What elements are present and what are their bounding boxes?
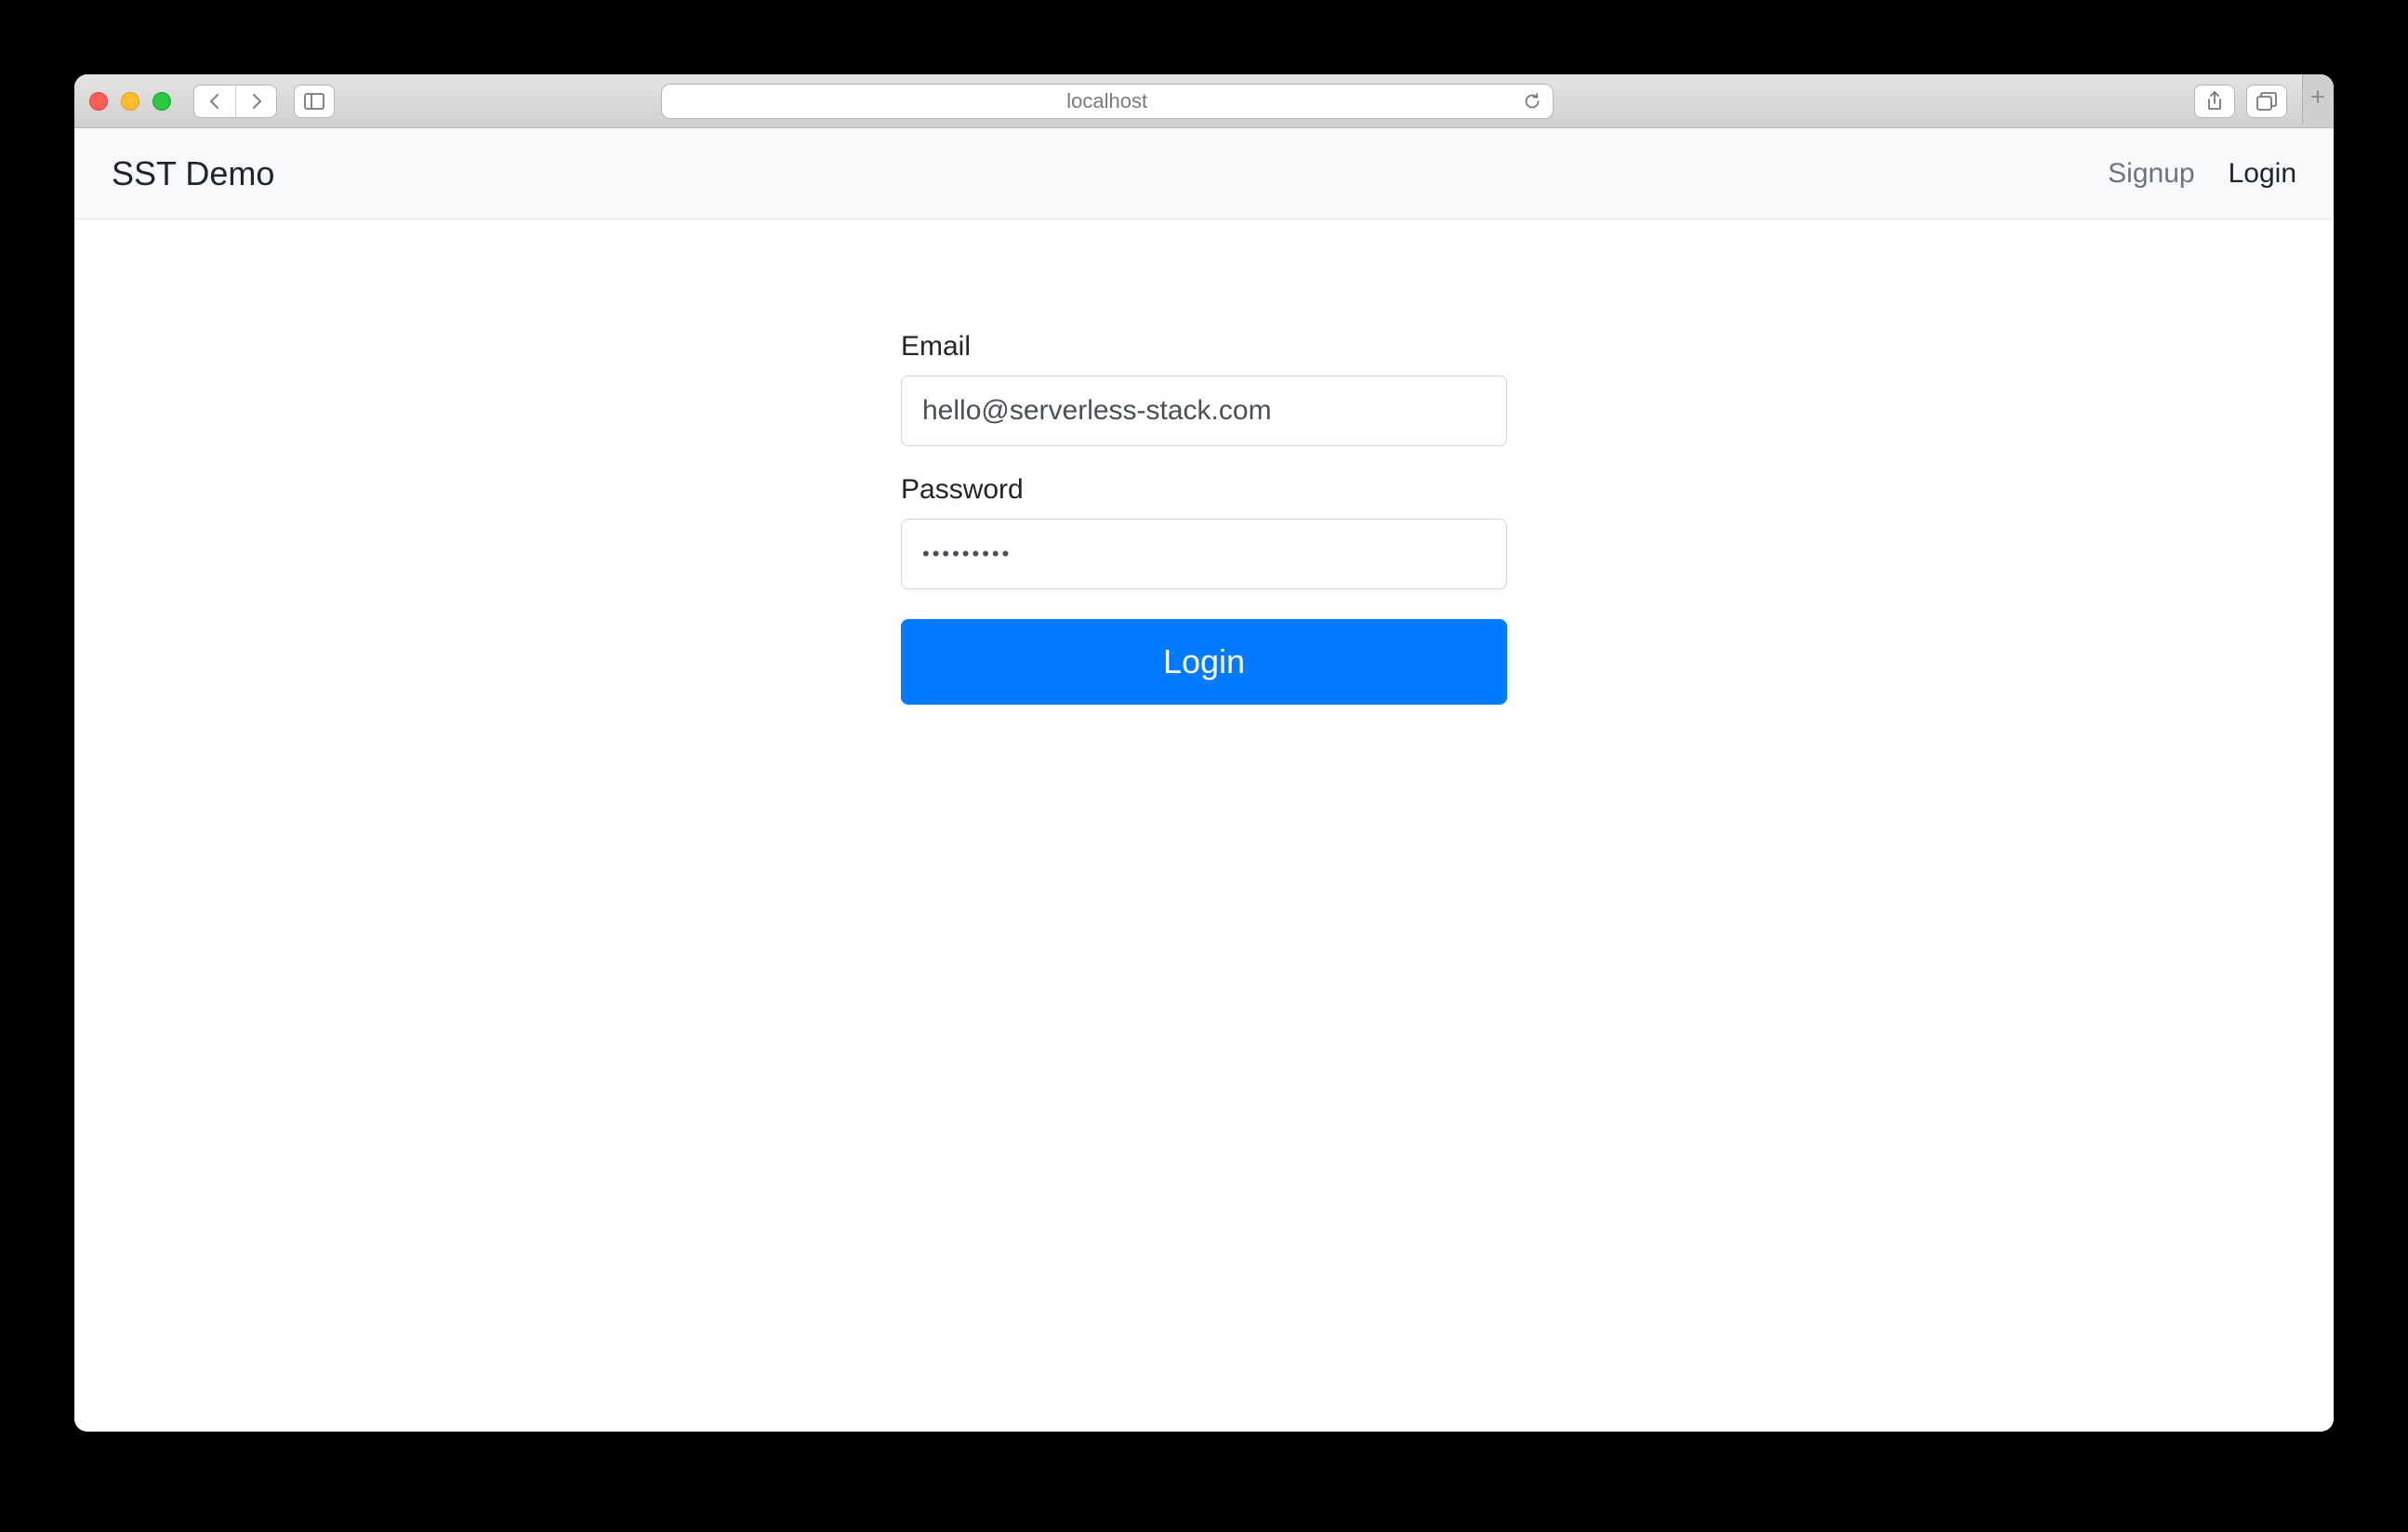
share-icon xyxy=(2206,91,2223,112)
sidebar-icon xyxy=(304,93,324,110)
email-label: Email xyxy=(901,331,1507,363)
plus-icon xyxy=(2310,89,2325,104)
email-input[interactable] xyxy=(901,376,1507,446)
password-label: Password xyxy=(901,474,1507,506)
signup-link[interactable]: Signup xyxy=(2108,158,2194,190)
close-window-button[interactable] xyxy=(89,92,108,111)
toolbar-right xyxy=(2194,85,2319,118)
password-group: Password xyxy=(901,474,1507,589)
email-group: Email xyxy=(901,331,1507,446)
window-controls xyxy=(89,92,171,111)
password-input[interactable] xyxy=(901,519,1507,589)
login-link[interactable]: Login xyxy=(2229,158,2296,190)
nav-links: Signup Login xyxy=(2108,158,2296,190)
chevron-left-icon xyxy=(208,93,221,110)
back-button[interactable] xyxy=(194,86,235,117)
chevron-right-icon xyxy=(250,93,263,110)
address-bar[interactable]: localhost xyxy=(661,84,1554,119)
login-form: Email Password Login xyxy=(901,331,1507,1432)
sidebar-toggle-button[interactable] xyxy=(294,85,335,118)
url-text: localhost xyxy=(1066,89,1147,113)
nav-buttons xyxy=(193,85,277,118)
brand-title[interactable]: SST Demo xyxy=(112,154,274,193)
minimize-window-button[interactable] xyxy=(121,92,139,111)
reload-icon xyxy=(1523,92,1541,111)
new-tab-button[interactable] xyxy=(2302,74,2334,124)
page-content: Email Password Login xyxy=(74,219,2334,1432)
maximize-window-button[interactable] xyxy=(152,92,171,111)
reload-button[interactable] xyxy=(1523,92,1541,111)
login-button[interactable]: Login xyxy=(901,619,1507,705)
browser-window: localhost SST Demo Signup Login E xyxy=(74,74,2334,1432)
tabs-icon xyxy=(2256,92,2277,111)
share-button[interactable] xyxy=(2194,85,2235,118)
app-navbar: SST Demo Signup Login xyxy=(74,128,2334,219)
browser-toolbar: localhost xyxy=(74,74,2334,128)
tabs-button[interactable] xyxy=(2246,85,2287,118)
forward-button[interactable] xyxy=(235,86,276,117)
